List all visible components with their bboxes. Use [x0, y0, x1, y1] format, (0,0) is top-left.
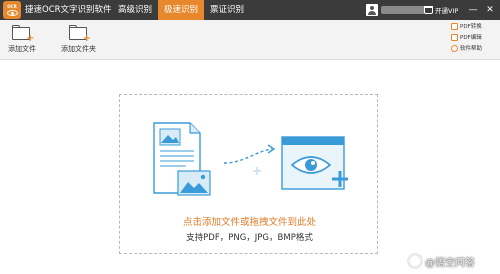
- logo-eye-icon: [6, 10, 18, 16]
- add-file-icon: +: [12, 25, 34, 44]
- vip-button[interactable]: 开通VIP: [424, 2, 458, 18]
- window-eye-icon: [281, 136, 348, 190]
- supported-formats: 支持PDF，PNG，JPG，BMP格式: [186, 233, 313, 243]
- add-folder-label: 添加文件夹: [61, 45, 96, 53]
- pdf-edit-icon: [451, 33, 458, 41]
- vip-label: 开通VIP: [435, 7, 459, 15]
- small-plus-icon: [253, 167, 261, 175]
- drop-illustration: [153, 122, 348, 196]
- toolbar: + 添加文件 + 添加文件夹: [0, 20, 500, 60]
- minimize-button[interactable]: —: [467, 3, 479, 17]
- watermark-text: @悟空问答: [425, 257, 475, 269]
- tab-fast-recognition[interactable]: 极速识别: [158, 0, 205, 20]
- user-account[interactable]: [366, 3, 425, 17]
- pdf-edit-label: PDF编辑: [460, 35, 482, 41]
- cart-icon: [424, 6, 433, 14]
- user-avatar-icon: [366, 4, 378, 16]
- username-redacted: [381, 6, 425, 14]
- document-image-icon: [153, 122, 211, 196]
- software-help-label: 软件帮助: [460, 46, 483, 52]
- file-drop-zone[interactable]: 点击添加文件或拖拽文件到此处 支持PDF，PNG，JPG，BMP格式: [119, 94, 378, 254]
- add-folder-icon: +: [68, 25, 91, 44]
- dashed-arrow: [223, 148, 273, 164]
- drop-prompt: 点击添加文件或拖拽文件到此处: [182, 217, 316, 228]
- watermark: @悟空问答: [408, 251, 475, 271]
- close-button[interactable]: ✕: [484, 3, 496, 17]
- app-logo: OCR: [3, 1, 21, 19]
- mode-tabs: 高级识别 极速识别 票证识别: [112, 0, 250, 20]
- pdf-convert-label: PDF转换: [460, 24, 482, 30]
- logo-text: OCR: [7, 4, 17, 9]
- app-title: 捷速OCR文字识别软件: [25, 5, 112, 15]
- pdf-edit-link[interactable]: PDF编辑: [451, 32, 497, 42]
- add-file-button[interactable]: + 添加文件: [8, 22, 36, 58]
- tab-advanced-recognition[interactable]: 高级识别: [112, 0, 158, 20]
- help-icon: [451, 44, 458, 52]
- software-help-link[interactable]: 软件帮助: [451, 43, 497, 53]
- add-folder-button[interactable]: + 添加文件夹: [61, 22, 96, 58]
- add-file-label: 添加文件: [8, 45, 36, 53]
- title-bar: OCR 捷速OCR文字识别软件 高级识别 极速识别 票证识别 开通VIP — ✕: [0, 0, 500, 20]
- tab-receipt-recognition[interactable]: 票证识别: [204, 0, 250, 20]
- pdf-convert-icon: [451, 22, 458, 30]
- watermark-logo-icon: [408, 254, 422, 268]
- pdf-convert-link[interactable]: PDF转换: [451, 21, 497, 31]
- side-links: PDF转换 PDF编辑 软件帮助: [451, 21, 497, 54]
